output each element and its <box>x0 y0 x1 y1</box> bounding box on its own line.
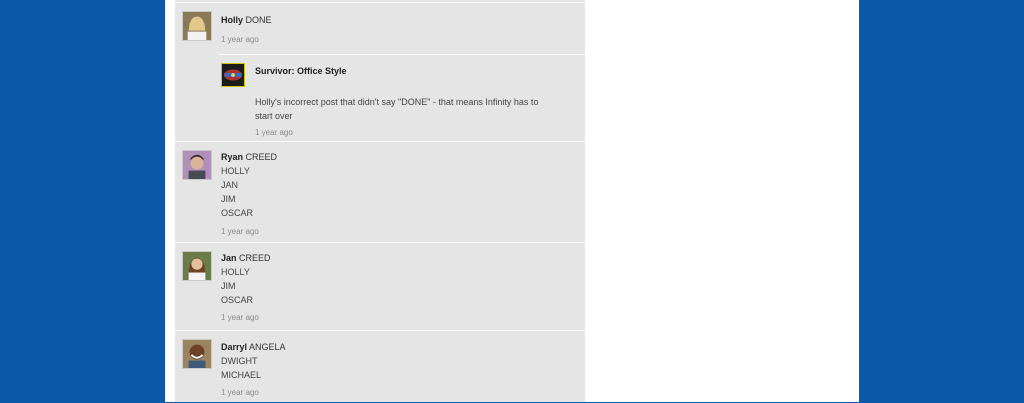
comment-line: DONE <box>245 15 272 25</box>
comment-line: CREED <box>239 253 271 263</box>
comment-line: HOLLY <box>221 267 250 277</box>
survivor-logo-icon[interactable] <box>221 63 245 87</box>
avatar-ryan-icon[interactable] <box>182 150 212 180</box>
comment-line: OSCAR <box>221 295 254 305</box>
comment-header: Holly DONE <box>221 13 272 27</box>
comment-line: OSCAR <box>221 208 254 218</box>
comment-ryan: Ryan CREED HOLLY JAN JIM OSCAR 1 year ag… <box>175 141 585 243</box>
avatar-jan-icon[interactable] <box>182 251 212 281</box>
comment-line: JIM <box>221 194 236 204</box>
page-content: Holly DONE 1 year ago Survivor: Office S… <box>165 0 859 402</box>
comment-line: CREED <box>245 152 278 162</box>
author-name[interactable]: Ryan <box>221 152 243 162</box>
reply-timestamp[interactable]: 1 year ago <box>255 128 293 137</box>
avatar-darryl-icon[interactable] <box>182 339 212 369</box>
reply-survivor: Survivor: Office Style Holly's incorrect… <box>219 54 585 143</box>
avatar-holly-icon[interactable] <box>182 11 212 41</box>
comment-timestamp[interactable]: 1 year ago <box>221 388 259 397</box>
comment-darryl: Darryl ANGELA DWIGHT MICHAEL 1 year ago <box>175 330 585 403</box>
comment-line: ANGELA <box>249 342 286 352</box>
comment-timestamp[interactable]: 1 year ago <box>221 227 259 236</box>
comment-holly: Holly DONE 1 year ago Survivor: Office S… <box>175 2 585 142</box>
author-name[interactable]: Jan <box>221 253 237 263</box>
comment-line: JAN <box>221 180 239 190</box>
comment-feed: Holly DONE 1 year ago Survivor: Office S… <box>175 0 585 402</box>
comment-line: HOLLY <box>221 166 250 176</box>
comment-line: DWIGHT <box>221 356 258 366</box>
comment-jan: Jan CREED HOLLY JIM OSCAR 1 year ago <box>175 242 585 331</box>
comment-line: MICHAEL <box>221 370 262 380</box>
comment-timestamp[interactable]: 1 year ago <box>221 35 259 44</box>
author-name[interactable]: Darryl <box>221 342 247 352</box>
comment-header: Darryl ANGELA <box>221 340 286 354</box>
comment-header: Ryan CREED <box>221 150 277 164</box>
reply-text: Holly's incorrect post that didn't say "… <box>255 97 539 121</box>
reply-author[interactable]: Survivor: Office Style <box>255 66 347 76</box>
comment-timestamp[interactable]: 1 year ago <box>221 313 259 322</box>
comment-header: Jan CREED <box>221 251 271 265</box>
author-name[interactable]: Holly <box>221 15 243 25</box>
comment-line: JIM <box>221 281 236 291</box>
